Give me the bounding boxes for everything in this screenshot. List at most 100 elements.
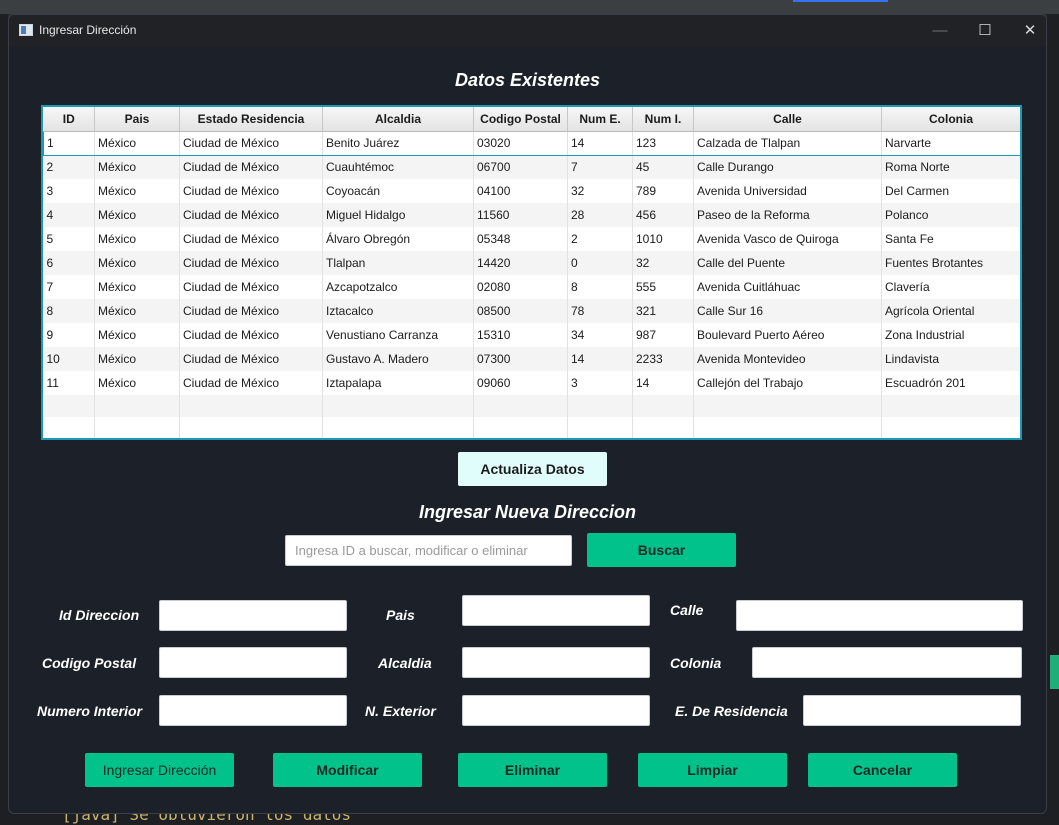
table-cell: Cuauhtémoc [322,155,474,179]
eliminar-button[interactable]: Eliminar [458,753,607,787]
address-table[interactable]: ID Pais Estado Residencia Alcaldia Codig… [41,105,1022,440]
numero-interior-field[interactable] [159,695,347,726]
empty-cell [693,395,882,417]
table-cell: Álvaro Obregón [322,227,474,251]
ide-run-button[interactable] [1050,655,1059,689]
alcaldia-label: Alcaldia [378,655,432,671]
table-row[interactable]: 1 México Ciudad de México Benito Juárez 0302… [43,130,1020,156]
maximize-icon[interactable]: ☐ [962,15,1008,46]
table-cell: Benito Juárez [322,130,474,156]
table-cell: Roma Norte [881,155,1020,179]
table-row[interactable]: 5 México Ciudad de México Álvaro Obregón 053… [43,227,1020,251]
table-cell: 08500 [473,299,568,323]
empty-cell [43,417,95,438]
id-field[interactable] [159,600,347,631]
table-cell: Ciudad de México [179,130,323,156]
table-cell: Ciudad de México [179,347,323,371]
empty-cell [179,395,323,417]
column-header[interactable]: Alcaldia [322,107,474,132]
table-cell: 7 [567,155,633,179]
table-cell: Ciudad de México [179,275,323,299]
table-cell: Paseo de la Reforma [693,203,882,227]
table-cell: 32 [632,251,694,275]
column-header[interactable]: Calle [693,107,882,132]
table-cell: Del Carmen [881,179,1020,203]
title-bar: Ingresar Dirección — ☐ ✕ [9,15,1046,46]
table-row[interactable]: 11 México Ciudad de México Iztapalapa 09060 3… [43,371,1020,395]
modificar-button[interactable]: Modificar [273,753,422,787]
empty-cell [473,395,568,417]
table-row[interactable]: 9 México Ciudad de México Venustiano Carran… [43,323,1020,347]
table-cell: 456 [632,203,694,227]
pais-label: Pais [386,607,415,623]
numero-interior-label: Numero Interior [37,703,143,719]
table-row[interactable]: 6 México Ciudad de México Tlalpan 14420 0 32 Ca… [43,251,1020,275]
ide-accent-line [793,0,888,2]
table-cell: 15310 [473,323,568,347]
table-cell: México [94,275,180,299]
table-row[interactable]: 4 México Ciudad de México Miguel Hidalgo 115… [43,203,1020,227]
table-cell: 123 [632,130,694,156]
estado-label: E. De Residencia [675,703,788,719]
ingresar-direccion-button[interactable]: Ingresar Dirección [85,753,234,787]
table-row[interactable]: 10 México Ciudad de México Gustavo A. Mader… [43,347,1020,371]
calle-field[interactable] [736,600,1023,631]
limpiar-button[interactable]: Limpiar [638,753,787,787]
alcaldia-field[interactable] [462,647,650,678]
empty-cell [632,417,694,438]
table-cell: 78 [567,299,633,323]
table-cell: 11 [43,371,95,395]
ide-top-bar [0,0,1059,14]
table-row[interactable]: 7 México Ciudad de México Azcapotzalco 02080… [43,275,1020,299]
table-cell: Ciudad de México [179,179,323,203]
table-cell: Polanco [881,203,1020,227]
column-header[interactable]: Pais [94,107,180,132]
search-button[interactable]: Buscar [587,533,736,567]
empty-cell [693,417,882,438]
table-cell: Iztapalapa [322,371,474,395]
table-cell: Clavería [881,275,1020,299]
table-cell: 789 [632,179,694,203]
table-cell: Tlalpan [322,251,474,275]
table-cell: Avenida Cuitláhuac [693,275,882,299]
table-row[interactable]: 8 México Ciudad de México Iztacalco 08500 78 3… [43,299,1020,323]
table-cell: 5 [43,227,95,251]
table-cell: México [94,155,180,179]
empty-cell [567,417,633,438]
table-row[interactable]: 3 México Ciudad de México Coyoacán 04100 32 78… [43,179,1020,203]
colonia-field[interactable] [752,647,1022,678]
pais-field[interactable] [462,595,650,626]
table-cell: Iztacalco [322,299,474,323]
empty-table-row [43,417,1020,438]
refresh-data-button[interactable]: Actualiza Datos [458,452,607,486]
ide-left-panel [0,14,8,825]
column-header[interactable]: Estado Residencia [179,107,323,132]
numero-exterior-field[interactable] [462,695,650,726]
column-header[interactable]: Colonia [881,107,1020,132]
column-header[interactable]: Num I. [632,107,694,132]
table-row[interactable]: 2 México Ciudad de México Cuauhtémoc 06700 7 4… [43,155,1020,179]
empty-table-row [43,395,1020,417]
estado-field[interactable] [803,695,1021,726]
table-cell: Calzada de Tlalpan [693,130,882,156]
empty-cell [473,417,568,438]
cancelar-button[interactable]: Cancelar [808,753,957,787]
search-input[interactable] [285,535,572,566]
column-header[interactable]: Num E. [567,107,633,132]
close-icon[interactable]: ✕ [1007,15,1046,46]
minimize-icon[interactable]: — [917,15,963,46]
table-cell: Ciudad de México [179,371,323,395]
table-cell: 45 [632,155,694,179]
column-header[interactable]: Codigo Postal [473,107,568,132]
table-cell: México [94,299,180,323]
table-cell: 6 [43,251,95,275]
table-cell: México [94,251,180,275]
table-cell: 06700 [473,155,568,179]
table-cell: Fuentes Brotantes [881,251,1020,275]
column-header[interactable]: ID [43,107,95,132]
table-cell: México [94,203,180,227]
table-cell: Gustavo A. Madero [322,347,474,371]
table-cell: México [94,323,180,347]
codigo-postal-field[interactable] [159,647,347,678]
empty-cell [43,395,95,417]
